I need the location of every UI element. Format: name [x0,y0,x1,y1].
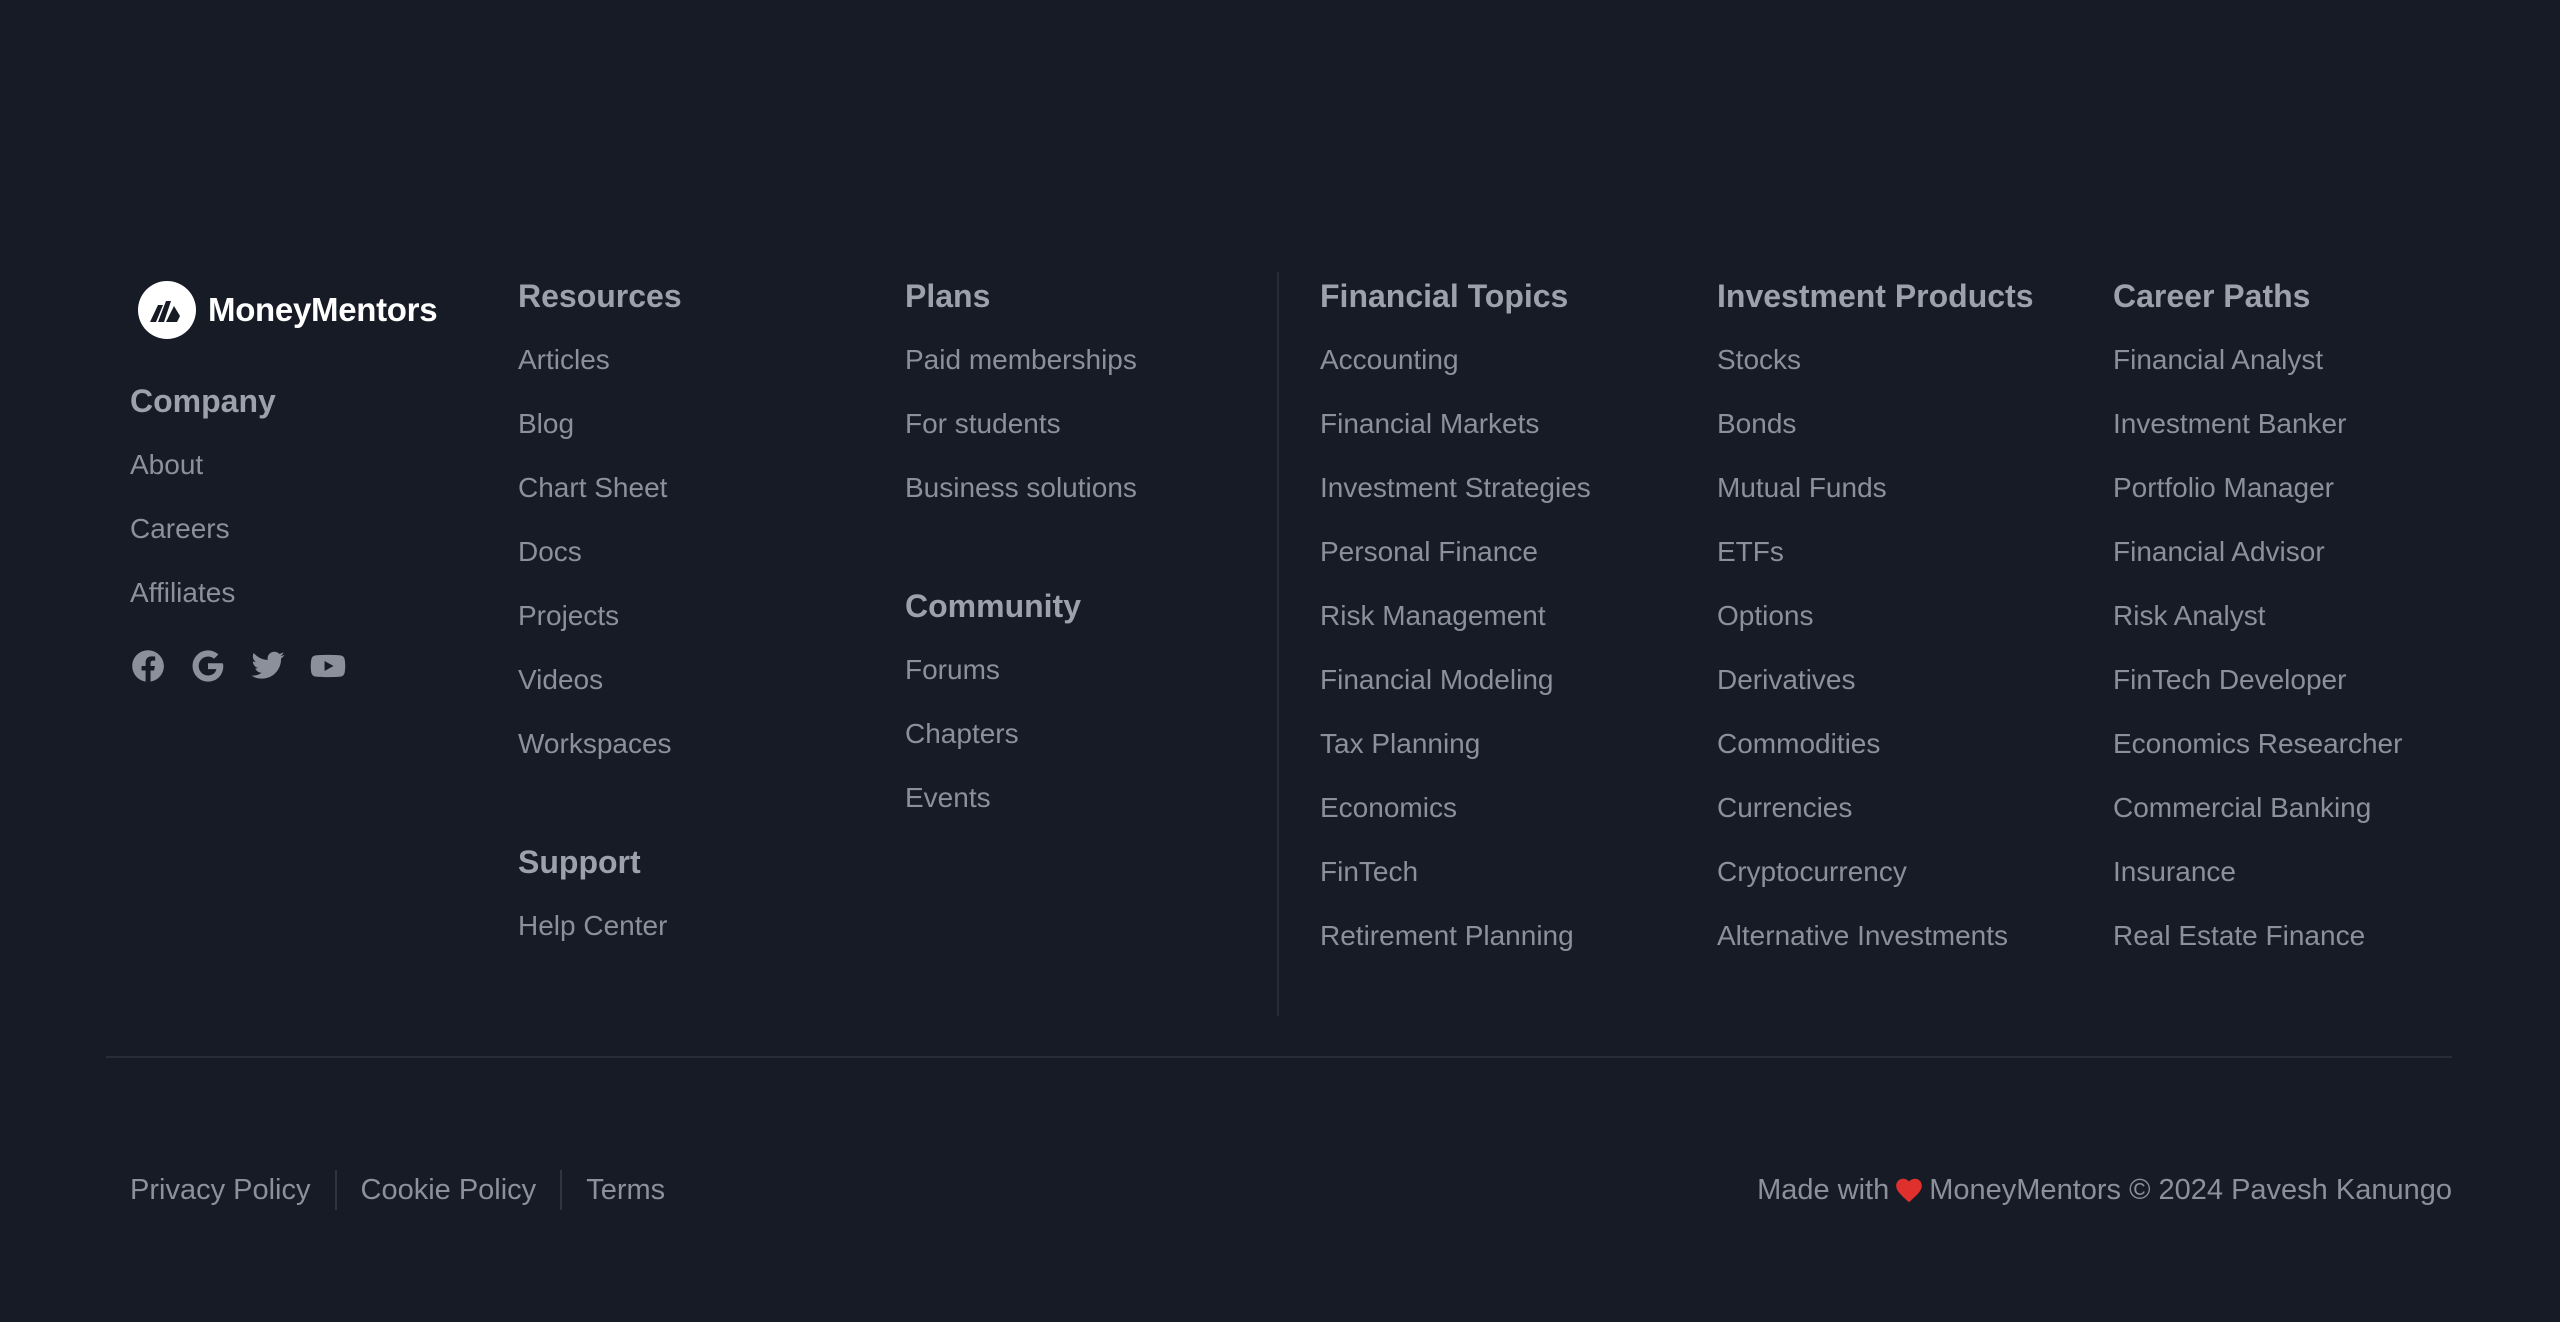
google-icon[interactable] [190,648,226,684]
footer-link-cryptocurrency[interactable]: Cryptocurrency [1717,848,1907,896]
brand-logo-link[interactable]: MoneyMentors [138,281,438,339]
footer-link-about[interactable]: About [130,441,203,489]
moneymentors-logo-icon [138,281,196,339]
footer-link-chapters[interactable]: Chapters [905,710,1019,758]
footer-link-forums[interactable]: Forums [905,646,1000,694]
legal-links: Privacy Policy Cookie Policy Terms [130,1166,665,1214]
footer-link-risk-management[interactable]: Risk Management [1320,592,1546,640]
community-heading: Community [905,588,1081,624]
footer-link-help-center[interactable]: Help Center [518,902,667,950]
footer-link-investment-banker[interactable]: Investment Banker [2113,400,2346,448]
site-footer: MoneyMentors Company About Careers Affil… [0,0,2560,1322]
footer-link-blog[interactable]: Blog [518,400,574,448]
social-links [130,648,346,684]
footer-link-commodities[interactable]: Commodities [1717,720,1880,768]
footer-link-mutual-funds[interactable]: Mutual Funds [1717,464,1887,512]
brand-name: MoneyMentors [208,291,438,328]
footer-link-projects[interactable]: Projects [518,592,619,640]
footer-link-workspaces[interactable]: Workspaces [518,720,672,768]
footer-link-tax-planning[interactable]: Tax Planning [1320,720,1480,768]
footer-link-personal-finance[interactable]: Personal Finance [1320,528,1538,576]
footer-link-investment-strategies[interactable]: Investment Strategies [1320,464,1591,512]
footer-link-derivatives[interactable]: Derivatives [1717,656,1855,704]
footer-link-options[interactable]: Options [1717,592,1814,640]
footer-link-paid-memberships[interactable]: Paid memberships [905,336,1137,384]
footer-link-accounting[interactable]: Accounting [1320,336,1459,384]
legal-separator [560,1170,563,1210]
youtube-icon[interactable] [310,648,346,684]
vertical-divider [1277,272,1279,1016]
footer-link-videos[interactable]: Videos [518,656,603,704]
heart-icon [1895,1177,1923,1203]
footer-link-fintech[interactable]: FinTech [1320,848,1418,896]
twitter-icon[interactable] [250,648,286,684]
footer-link-for-students[interactable]: For students [905,400,1061,448]
credit-suffix: MoneyMentors © 2024 Pavesh Kanungo [1929,1174,2452,1206]
footer-link-chart-sheet[interactable]: Chart Sheet [518,464,667,512]
footer-link-economics[interactable]: Economics [1320,784,1457,832]
footer-link-affiliates[interactable]: Affiliates [130,569,235,617]
footer-link-financial-modeling[interactable]: Financial Modeling [1320,656,1553,704]
footer-link-docs[interactable]: Docs [518,528,582,576]
cookie-policy-link[interactable]: Cookie Policy [361,1166,537,1214]
footer-link-insurance[interactable]: Insurance [2113,848,2236,896]
investment-products-heading: Investment Products [1717,278,2034,314]
footer-link-fintech-developer[interactable]: FinTech Developer [2113,656,2346,704]
financial-topics-column: Financial Topics Accounting Financial Ma… [1320,272,1591,976]
footer-link-bonds[interactable]: Bonds [1717,400,1796,448]
investment-products-column: Investment Products Stocks Bonds Mutual … [1717,272,2034,976]
footer-link-careers[interactable]: Careers [130,505,230,553]
horizontal-divider [106,1056,2452,1058]
footer-link-articles[interactable]: Articles [518,336,610,384]
terms-link[interactable]: Terms [586,1166,665,1214]
footer-link-portfolio-manager[interactable]: Portfolio Manager [2113,464,2334,512]
copyright-credit: Made with MoneyMentors © 2024 Pavesh Kan… [1757,1166,2452,1214]
company-heading: Company [130,383,276,419]
footer-link-retirement-planning[interactable]: Retirement Planning [1320,912,1574,960]
credit-prefix: Made with [1757,1174,1890,1206]
plans-column: Plans Paid memberships For students Busi… [905,272,1137,838]
resources-heading: Resources [518,278,682,314]
footer-link-financial-advisor[interactable]: Financial Advisor [2113,528,2325,576]
support-heading: Support [518,844,641,880]
privacy-policy-link[interactable]: Privacy Policy [130,1166,311,1214]
footer-link-financial-markets[interactable]: Financial Markets [1320,400,1539,448]
footer-link-business-solutions[interactable]: Business solutions [905,464,1137,512]
footer-link-commercial-banking[interactable]: Commercial Banking [2113,784,2371,832]
footer-link-real-estate-finance[interactable]: Real Estate Finance [2113,912,2365,960]
financial-topics-heading: Financial Topics [1320,278,1569,314]
plans-heading: Plans [905,278,991,314]
footer-link-etfs[interactable]: ETFs [1717,528,1784,576]
footer-link-risk-analyst[interactable]: Risk Analyst [2113,592,2266,640]
footer-link-financial-analyst[interactable]: Financial Analyst [2113,336,2323,384]
facebook-icon[interactable] [130,648,166,684]
footer-link-currencies[interactable]: Currencies [1717,784,1852,832]
footer-link-events[interactable]: Events [905,774,991,822]
footer-link-alternative-investments[interactable]: Alternative Investments [1717,912,2008,960]
company-column: Company About Careers Affiliates [130,377,276,633]
legal-separator [334,1170,337,1210]
career-paths-heading: Career Paths [2113,278,2311,314]
resources-column: Resources Articles Blog Chart Sheet Docs… [518,272,682,966]
footer-link-economics-researcher[interactable]: Economics Researcher [2113,720,2402,768]
career-paths-column: Career Paths Financial Analyst Investmen… [2113,272,2402,976]
footer-link-stocks[interactable]: Stocks [1717,336,1801,384]
